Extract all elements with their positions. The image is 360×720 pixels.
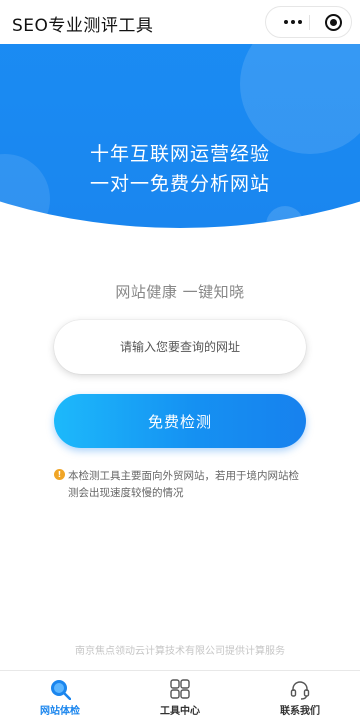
tab-label: 网站体检 bbox=[40, 706, 80, 717]
dot-icon bbox=[297, 20, 302, 24]
tab-label: 工具中心 bbox=[160, 706, 200, 717]
page-title: SEO专业测评工具 bbox=[12, 16, 154, 36]
dot-icon bbox=[290, 20, 295, 24]
tab-website-checkup[interactable]: 网站体检 bbox=[0, 671, 120, 720]
grid-icon bbox=[170, 679, 190, 699]
search-icon bbox=[51, 680, 71, 700]
hero-banner: 十年互联网运营经验 一对一免费分析网站 bbox=[0, 44, 360, 228]
headset-icon bbox=[290, 681, 310, 700]
tab-tool-center[interactable]: 工具中心 bbox=[120, 671, 240, 720]
mini-program-capsule bbox=[265, 6, 352, 38]
footer-note: 南京焦点领动云计算技术有限公司提供计算服务 bbox=[75, 646, 285, 657]
more-menu-button[interactable] bbox=[276, 7, 309, 37]
hero-slogan-line1: 十年互联网运营经验 bbox=[89, 143, 270, 165]
close-target-icon[interactable] bbox=[325, 14, 342, 31]
warning-icon: ! bbox=[54, 469, 65, 480]
tab-bar: 网站体检 工具中心 联系我们 bbox=[0, 670, 360, 720]
tab-contact-us[interactable]: 联系我们 bbox=[240, 671, 360, 720]
free-check-button[interactable]: 免费检测 bbox=[54, 394, 306, 448]
notice-text: 本检测工具主要面向外贸网站，若用于境内网站检测会出现速度较慢的情况 bbox=[68, 470, 299, 499]
hero-slogan-line2: 一对一免费分析网站 bbox=[89, 173, 270, 195]
section-subtitle: 网站健康 一键知晓 bbox=[115, 283, 245, 301]
dot-icon bbox=[283, 20, 288, 24]
tab-label: 联系我们 bbox=[280, 706, 320, 717]
capsule-divider bbox=[309, 15, 310, 30]
nav-bar: SEO专业测评工具 bbox=[0, 0, 360, 44]
url-input[interactable] bbox=[54, 320, 306, 374]
